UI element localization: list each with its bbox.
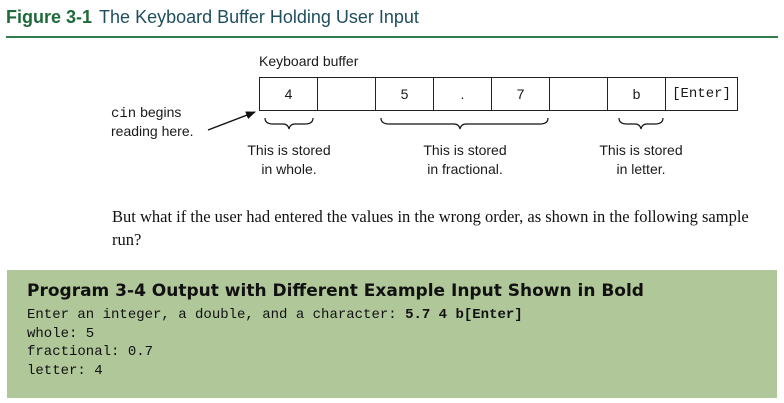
output-line: whole: 5 [27, 325, 95, 342]
body-paragraph: But what if the user had entered the val… [112, 207, 749, 249]
stored-note-letter: This is stored in letter. [588, 141, 694, 179]
output-line-prompt: Enter an integer, a double, and a charac… [27, 306, 523, 325]
arrow-to-buffer [207, 111, 256, 131]
output-line: letter: 4 [27, 362, 103, 379]
program-title: Program 3-4 Output with Different Exampl… [27, 281, 644, 301]
program-output-box: Program 3-4 Output with Different Exampl… [7, 270, 777, 398]
stored-note-fractional: This is stored in fractional. [410, 141, 520, 179]
brace-fractional [380, 117, 549, 130]
stored-note-line2: in fractional. [427, 161, 503, 177]
program-output: Enter an integer, a double, and a charac… [27, 306, 523, 380]
stored-note-line1: This is stored [247, 142, 331, 158]
stored-note-line2: in letter. [616, 161, 666, 177]
stored-note-line2: in whole. [261, 161, 317, 177]
brace-whole [264, 117, 314, 130]
output-line: fractional: 0.7 [27, 344, 154, 360]
stored-note-whole: This is stored in whole. [239, 141, 339, 179]
stored-note-line1: This is stored [423, 142, 507, 158]
brace-letter [618, 117, 664, 130]
output-prompt: Enter an integer, a double, and a charac… [27, 307, 406, 323]
stored-note-line1: This is stored [599, 142, 683, 158]
output-user-input: 5.7 4 b[Enter] [405, 307, 523, 323]
